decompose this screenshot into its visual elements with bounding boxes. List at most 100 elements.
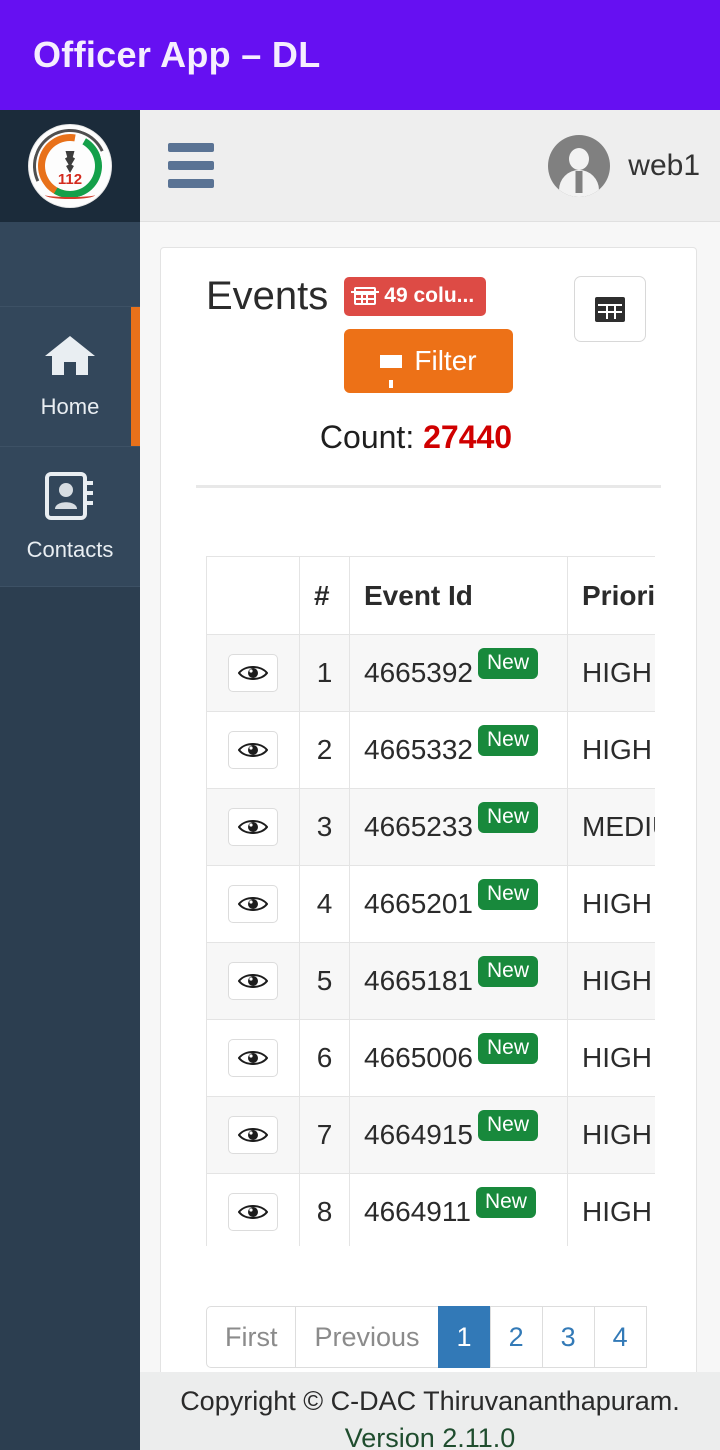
view-row-button[interactable]	[228, 731, 278, 769]
app-root: Officer App – DL 112 Home Contacts web1 …	[0, 0, 720, 1450]
app-title: Officer App – DL	[33, 34, 321, 75]
row-actions-cell	[206, 1173, 300, 1246]
row-index-cell: 8	[299, 1173, 350, 1246]
row-actions-cell	[206, 942, 300, 1020]
table-head: # Event Id Priority	[206, 556, 655, 635]
events-table-scroll[interactable]: # Event Id Priority 14665392NewHIGH24665…	[206, 556, 655, 1246]
hamburger-icon[interactable]	[168, 143, 214, 188]
app-bar: Officer App – DL	[0, 0, 720, 110]
table-header-row: # Event Id Priority	[206, 556, 655, 635]
view-row-button[interactable]	[228, 1193, 278, 1231]
sidebar-item-contacts[interactable]: Contacts	[0, 447, 140, 587]
footer: Copyright © C-DAC Thiruvananthapuram. Ve…	[140, 1372, 720, 1450]
row-index-cell: 2	[299, 711, 350, 789]
username-label: web1	[628, 148, 700, 182]
row-priority-cell: MEDIUM	[567, 788, 655, 866]
table-row[interactable]: 8 4664911 New HIGH	[206, 1173, 655, 1246]
table-view-button[interactable]	[574, 276, 646, 342]
sidebar-spacer	[0, 222, 140, 307]
row-actions-cell	[206, 788, 300, 866]
pagination-page-3[interactable]: 3	[541, 1306, 595, 1368]
events-table: # Event Id Priority 14665392NewHIGH24665…	[206, 556, 655, 1246]
row-actions-cell	[206, 1019, 300, 1097]
row-actions-cell	[206, 865, 300, 943]
col-actions	[206, 556, 300, 635]
row-priority-cell: HIGH	[567, 865, 655, 943]
grid-icon	[354, 286, 377, 305]
view-row-button[interactable]	[228, 1039, 278, 1077]
view-row-button[interactable]	[228, 808, 278, 846]
count-row: Count: 27440	[161, 419, 696, 456]
user-menu[interactable]: web1	[548, 134, 700, 197]
status-badge: New	[478, 1110, 539, 1141]
row-event-id-cell: 4665006 New	[349, 1019, 568, 1097]
pagination-previous[interactable]: Previous	[295, 1306, 439, 1368]
count-label: Count:	[319, 419, 415, 455]
sidebar-item-home[interactable]: Home	[0, 307, 140, 447]
pagination-first[interactable]: First	[206, 1306, 297, 1368]
row-priority-cell: HIGH	[567, 1096, 655, 1174]
filter-button-label: Filter	[414, 345, 477, 376]
page-title: Events	[206, 274, 329, 318]
row-actions-cell	[206, 634, 300, 712]
status-badge: New	[478, 648, 539, 679]
pagination: First Previous 1 2 3 4	[205, 1306, 696, 1381]
view-row-button[interactable]	[228, 885, 278, 923]
contacts-icon	[44, 471, 96, 526]
columns-badge-label: 49 colu...	[384, 283, 475, 307]
row-priority-cell: HIGH	[567, 1173, 655, 1246]
app-logo-icon: 112	[29, 125, 111, 207]
row-index-cell: 1	[299, 634, 350, 712]
top-bar: web1	[140, 110, 720, 222]
pagination-page-1[interactable]: 1	[437, 1306, 491, 1368]
row-event-id-cell: 4665332 New	[349, 711, 568, 789]
row-event-id: 4665201	[364, 888, 474, 919]
view-row-button[interactable]	[228, 1116, 278, 1154]
status-badge: New	[475, 1187, 536, 1218]
row-event-id-cell: 4665233 New	[349, 788, 568, 866]
sidebar-logo[interactable]: 112	[0, 110, 140, 222]
row-index-cell: 5	[299, 942, 350, 1020]
sidebar: 112 Home Contacts	[0, 110, 140, 1450]
table-row[interactable]: 34665233NewMEDIUM	[206, 788, 655, 866]
table-row[interactable]: 2 4665332 New HIGH	[206, 711, 655, 789]
row-event-id-cell: 4664915 New	[349, 1096, 568, 1174]
table-body: 1 4665392 New HIGH 2 4665332 New HIGH 3 4665233 Ne…	[206, 634, 655, 1246]
status-badge: New	[478, 1033, 539, 1064]
row-event-id: 4665233	[364, 811, 474, 842]
content-area: Events 49 colu... Filter Count: 27440 # …	[140, 222, 720, 1450]
row-event-id-cell: 4665392 New	[349, 634, 568, 712]
sidebar-item-home-label: Home	[40, 393, 100, 419]
pagination-page-2[interactable]: 2	[489, 1306, 543, 1368]
home-icon	[43, 334, 97, 383]
view-row-button[interactable]	[228, 654, 278, 692]
status-badge: New	[478, 725, 539, 756]
status-badge: New	[478, 802, 539, 833]
row-event-id: 4664911	[364, 1196, 471, 1227]
footer-version: Version 2.11.0	[344, 1423, 516, 1450]
events-card: Events 49 colu... Filter Count: 27440 # …	[160, 247, 697, 1382]
sidebar-item-contacts-label: Contacts	[26, 536, 114, 562]
pagination-row: First Previous 1 2 3 4	[206, 1306, 656, 1368]
row-event-id-cell: 4665201 New	[349, 865, 568, 943]
table-icon	[595, 296, 625, 322]
row-index-cell: 7	[299, 1096, 350, 1174]
row-event-id: 4665181	[364, 965, 474, 996]
row-event-id: 4665332	[364, 734, 474, 765]
filter-button[interactable]: Filter	[344, 329, 513, 393]
table-row[interactable]: 7 4664915 New HIGH	[206, 1096, 655, 1174]
table-row[interactable]: 4 4665201 New HIGH	[206, 865, 655, 943]
view-row-button[interactable]	[228, 962, 278, 1000]
row-priority-cell: HIGH	[567, 942, 655, 1020]
card-header: Events 49 colu... Filter Count: 27440	[161, 248, 696, 488]
table-row[interactable]: 6 4665006 New HIGH	[206, 1019, 655, 1097]
col-index: #	[299, 556, 350, 635]
status-badge: New	[478, 879, 539, 910]
row-index-cell: 6	[299, 1019, 350, 1097]
table-row[interactable]: 1 4665392 New HIGH	[206, 634, 655, 712]
pagination-page-4[interactable]: 4	[593, 1306, 647, 1368]
table-row[interactable]: 5 4665181 New HIGH	[206, 942, 655, 1020]
columns-badge[interactable]: 49 colu...	[344, 276, 487, 316]
row-event-id: 4664915	[364, 1119, 474, 1150]
header-divider	[196, 485, 661, 488]
